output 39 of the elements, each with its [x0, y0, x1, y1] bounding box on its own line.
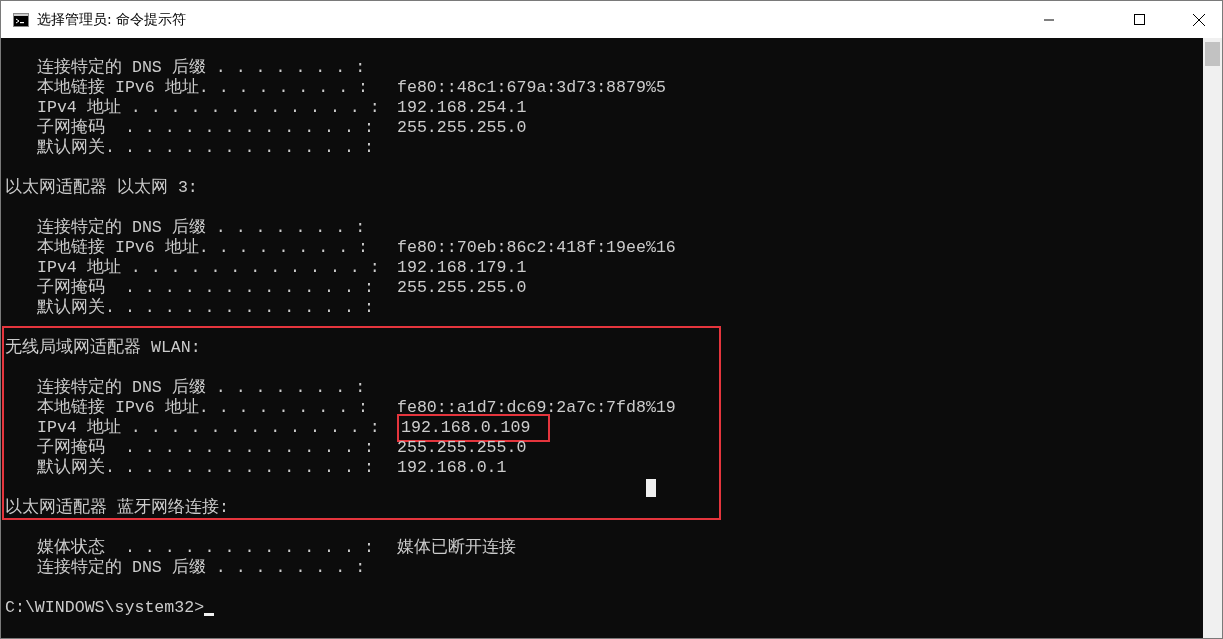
- adapter-heading: 无线局域网适配器 WLAN:: [5, 338, 201, 358]
- command-prompt: C:\WINDOWS\system32>: [5, 598, 205, 618]
- window-title: 选择管理员: 命令提示符: [37, 10, 187, 29]
- property-label: 默认网关. . . . . . . . . . . . . :: [37, 138, 375, 158]
- property-label: IPv4 地址 . . . . . . . . . . . . :: [37, 258, 381, 278]
- adapter-heading: 以太网适配器 以太网 3:: [5, 178, 198, 198]
- property-value: 255.255.255.0: [397, 438, 527, 458]
- property-label: 连接特定的 DNS 后缀 . . . . . . . :: [37, 558, 367, 578]
- property-value: fe80::a1d7:dc69:2a7c:7fd8%19: [397, 398, 676, 418]
- maximize-icon: [1133, 14, 1145, 25]
- scroll-thumb[interactable]: [1205, 42, 1220, 66]
- adapter-heading: 以太网适配器 蓝牙网络连接:: [5, 498, 229, 518]
- property-label: 连接特定的 DNS 后缀 . . . . . . . :: [37, 378, 367, 398]
- property-label: 默认网关. . . . . . . . . . . . . :: [37, 298, 375, 318]
- close-icon: [1193, 13, 1205, 26]
- property-label: 子网掩码 . . . . . . . . . . . . :: [37, 118, 375, 138]
- property-label: 子网掩码 . . . . . . . . . . . . :: [37, 278, 375, 298]
- property-label: 本地链接 IPv6 地址. . . . . . . . :: [37, 238, 370, 258]
- property-label: 本地链接 IPv6 地址. . . . . . . . :: [37, 398, 370, 418]
- property-value: 255.255.255.0: [397, 278, 527, 298]
- property-label: 连接特定的 DNS 后缀 . . . . . . . :: [37, 218, 367, 238]
- property-value: fe80::48c1:679a:3d73:8879%5: [397, 78, 666, 98]
- property-value: 192.168.254.1: [397, 98, 527, 118]
- property-label: 连接特定的 DNS 后缀 . . . . . . . :: [37, 58, 367, 78]
- block-cursor: [646, 479, 656, 497]
- property-label: 媒体状态 . . . . . . . . . . . . :: [37, 538, 375, 557]
- property-label: IPv4 地址 . . . . . . . . . . . . :: [37, 98, 381, 118]
- property-value: fe80::70eb:86c2:418f:19ee%16: [397, 238, 676, 258]
- console-icon: [13, 12, 29, 27]
- property-label: IPv4 地址 . . . . . . . . . . . . :: [37, 418, 381, 438]
- property-value: 192.168.179.1: [397, 258, 527, 278]
- scrollbar[interactable]: [1203, 38, 1222, 638]
- text-cursor: [204, 613, 215, 616]
- property-label: 子网掩码 . . . . . . . . . . . . :: [37, 438, 375, 458]
- property-value: 192.168.0.1: [397, 458, 507, 478]
- property-value: 媒体已断开连接: [397, 538, 516, 558]
- property-label: 默认网关. . . . . . . . . . . . . :: [37, 458, 375, 478]
- property-label: 本地链接 IPv6 地址. . . . . . . . :: [37, 78, 370, 98]
- property-value: 255.255.255.0: [397, 118, 527, 138]
